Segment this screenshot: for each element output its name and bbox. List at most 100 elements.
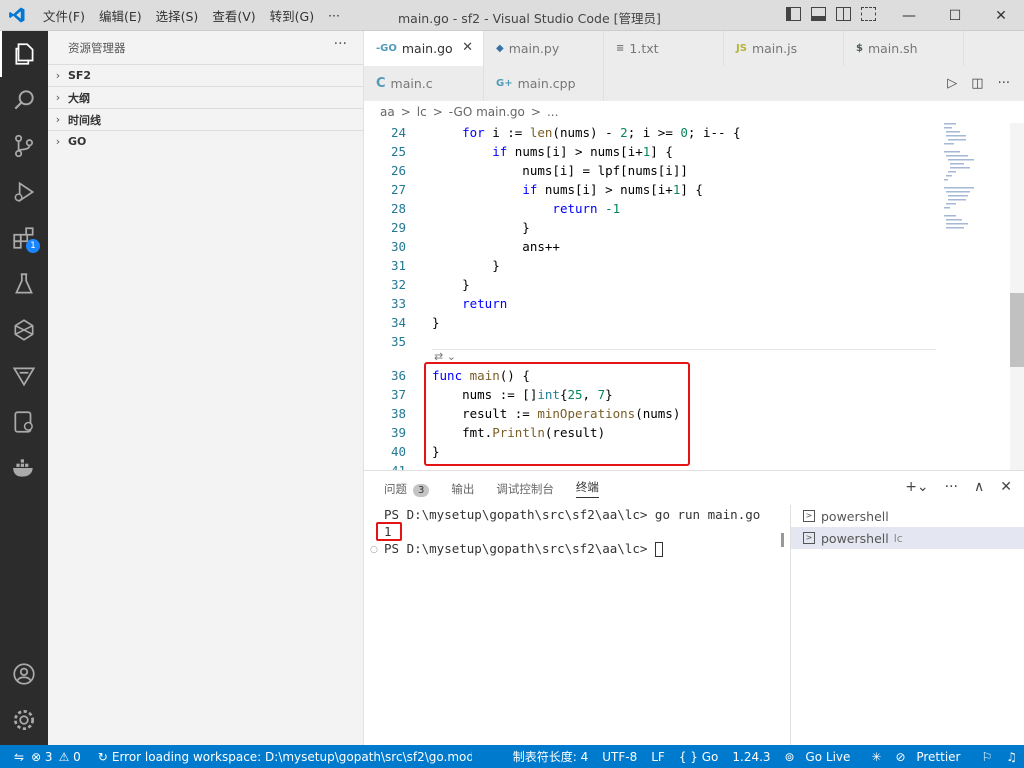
breadcrumb-symbol[interactable]: ...: [547, 105, 558, 119]
sidebar-more-button[interactable]: ···: [334, 36, 347, 52]
tab-terminal[interactable]: 终端: [575, 479, 599, 498]
run-icon[interactable]: ▷: [947, 76, 957, 91]
status-message[interactable]: Error loading workspace: D:\mysetup\gopa…: [110, 750, 472, 764]
tab-main-c[interactable]: C main.c: [364, 66, 484, 101]
source-control-icon[interactable]: [0, 123, 48, 169]
explorer-sidebar: 资源管理器 ··· › SF2 › 大纲 › 时间线 › GO: [48, 31, 364, 745]
remote-explorer-icon[interactable]: [0, 307, 48, 353]
errors-count[interactable]: ⊗ 3: [28, 750, 56, 764]
eol-status[interactable]: LF: [644, 750, 672, 764]
section-go[interactable]: › GO: [48, 130, 363, 152]
new-terminal-icon[interactable]: +⌄: [905, 479, 928, 495]
menu-selection[interactable]: 选择(S): [149, 6, 206, 25]
tab-label: main.sh: [867, 41, 918, 56]
run-debug-icon[interactable]: [0, 169, 48, 215]
tab-main-py[interactable]: ◆ main.py: [484, 31, 604, 66]
tab-output[interactable]: 输出: [451, 481, 474, 497]
language-mode[interactable]: { } Go: [672, 750, 726, 764]
remote-indicator-icon[interactable]: ⇋: [0, 750, 28, 764]
code-line[interactable]: 28 return -1: [364, 199, 936, 218]
chevron-right-icon: >: [530, 105, 541, 119]
editor-scrollbar[interactable]: [1010, 123, 1024, 470]
feedback-icon[interactable]: ⚐: [974, 750, 999, 764]
extensions-icon[interactable]: 1: [0, 215, 48, 261]
breadcrumb-lc[interactable]: lc: [417, 105, 427, 119]
tab-main-cpp[interactable]: G+ main.cpp: [484, 66, 604, 101]
code-line[interactable]: 32 }: [364, 275, 936, 294]
tab-main-sh[interactable]: $ main.sh: [844, 31, 964, 66]
tab-label: main.cpp: [517, 76, 576, 91]
toggle-panel-icon[interactable]: [811, 7, 826, 21]
menu-edit[interactable]: 编辑(E): [92, 6, 149, 25]
search-icon[interactable]: [0, 77, 48, 123]
tab-problems[interactable]: 问题 3: [384, 481, 430, 497]
more-actions-icon[interactable]: ···: [998, 76, 1010, 91]
terminal-prompt-line[interactable]: PS D:\mysetup\gopath\src\sf2\aa\lc>: [384, 541, 663, 557]
code-line[interactable]: 29 }: [364, 218, 936, 237]
code-line[interactable]: 33 return: [364, 294, 936, 313]
code-line[interactable]: 34}: [364, 313, 936, 332]
close-icon[interactable]: ✕: [462, 40, 473, 55]
tab-1-txt[interactable]: ≡ 1.txt: [604, 31, 724, 66]
split-editor-icon[interactable]: ◫: [971, 76, 983, 91]
encoding-status[interactable]: UTF-8: [595, 750, 644, 764]
testing-icon[interactable]: [0, 261, 48, 307]
tab-label: main.go: [401, 41, 453, 56]
tab-debug-console[interactable]: 调试控制台: [496, 481, 554, 497]
code-line[interactable]: 25 if nums[i] > nums[i+1] {: [364, 142, 936, 161]
bottom-panel: 问题 3 输出 调试控制台 终端 +⌄ ··· ∧ ✕ PS D:\mysetup…: [364, 470, 1024, 746]
js-file-icon: JS: [736, 43, 747, 54]
line-number: 25: [390, 144, 406, 159]
prompt-text: PS D:\mysetup\gopath\src\sf2\aa\lc>: [384, 541, 655, 556]
scrollbar-thumb[interactable]: [1010, 293, 1024, 367]
menu-file[interactable]: 文件(F): [36, 6, 92, 25]
menu-go[interactable]: 转到(G): [263, 6, 321, 25]
code-line[interactable]: 24 for i := len(nums) - 2; i >= 0; i-- {: [364, 123, 936, 142]
menu-more[interactable]: ···: [321, 8, 347, 23]
copilot-icon[interactable]: ✳: [864, 750, 888, 764]
code-line[interactable]: 26 nums[i] = lpf[nums[i]]: [364, 161, 936, 180]
customize-layout-icon[interactable]: [861, 7, 876, 21]
docker-icon[interactable]: [0, 445, 48, 491]
minimap[interactable]: [936, 123, 1010, 470]
warnings-count[interactable]: ⚠ 0: [56, 750, 84, 764]
account-icon[interactable]: [0, 651, 48, 697]
cursor-block: [654, 542, 663, 557]
indentation-status[interactable]: 制表符长度: 4: [506, 748, 596, 765]
breadcrumb-file[interactable]: -GO main.go: [449, 105, 525, 119]
section-timeline[interactable]: › 时间线: [48, 108, 363, 130]
go-live-button[interactable]: ⊚ Go Live: [778, 750, 865, 764]
terminal-cwd-label: lc: [893, 531, 903, 545]
more-actions-icon[interactable]: ···: [945, 479, 958, 495]
menu-view[interactable]: 查看(V): [205, 6, 262, 25]
minimize-button[interactable]: —: [886, 0, 932, 31]
settings-gear-icon[interactable]: [0, 697, 48, 743]
remote-settings-icon[interactable]: [0, 399, 48, 445]
tab-main-js[interactable]: JS main.js: [724, 31, 844, 66]
terminal-label: powershell: [821, 508, 889, 524]
code-line[interactable]: 31 }: [364, 256, 936, 275]
section-outline[interactable]: › 大纲: [48, 86, 363, 108]
toggle-secondary-sidebar-icon[interactable]: [836, 7, 851, 21]
vscode-logo-icon: [9, 7, 25, 23]
go-version[interactable]: 1.24.3: [725, 750, 777, 764]
toggle-sidebar-icon[interactable]: [786, 7, 801, 21]
code-line[interactable]: 30 ans++: [364, 237, 936, 256]
sync-icon: ↻: [97, 749, 108, 764]
maximize-panel-icon[interactable]: ∧: [974, 479, 984, 495]
notifications-bell-icon[interactable]: ♫: [999, 750, 1024, 764]
close-panel-icon[interactable]: ✕: [1000, 479, 1012, 495]
terminal-scrollbar[interactable]: [781, 533, 784, 547]
code-line[interactable]: 27 if nums[i] > nums[i+1] {: [364, 180, 936, 199]
line-code: ans++: [432, 239, 560, 254]
pyright-icon[interactable]: [0, 353, 48, 399]
terminal-item-powershell-lc[interactable]: > powershell lc: [791, 527, 1024, 549]
breadcrumb-aa[interactable]: aa: [380, 105, 395, 119]
section-sf2[interactable]: › SF2: [48, 64, 363, 86]
maximize-button[interactable]: ☐: [932, 0, 978, 31]
terminal-item-powershell[interactable]: > powershell: [791, 505, 1024, 527]
explorer-icon[interactable]: [0, 31, 48, 77]
close-window-button[interactable]: ✕: [978, 0, 1024, 31]
tab-main-go[interactable]: -GO main.go ✕: [364, 31, 484, 66]
prettier-button[interactable]: ⊘ Prettier: [888, 750, 974, 764]
